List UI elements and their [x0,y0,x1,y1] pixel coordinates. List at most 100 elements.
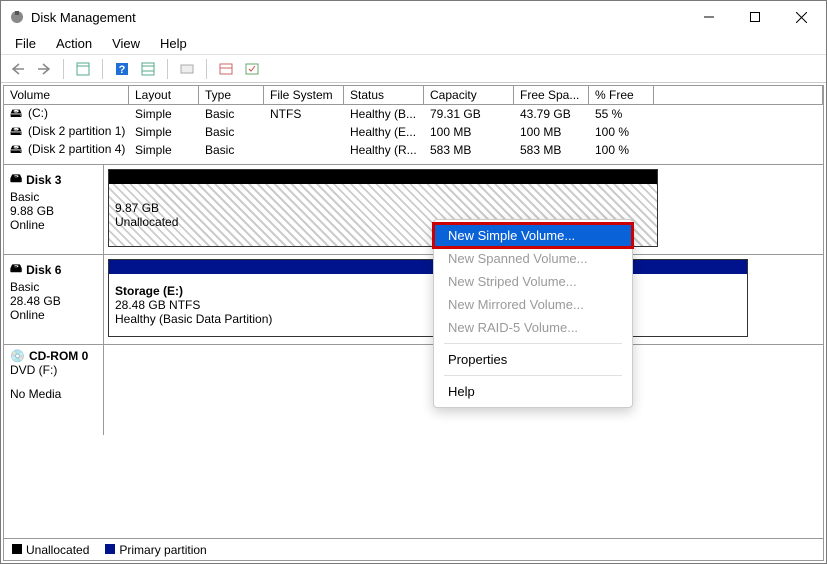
menu-new-spanned-volume: New Spanned Volume... [434,247,632,270]
disk-type: Basic [10,190,97,204]
cell-pct: 100 % [589,125,654,139]
disk-sub: DVD (F:) [10,363,97,377]
col-status[interactable]: Status [344,86,424,104]
window: Disk Management File Action View Help ? … [0,0,827,564]
disk-info[interactable]: 🖴Disk 3 Basic 9.88 GB Online [4,165,104,254]
partition-stripe [109,260,747,274]
cell-pct: 100 % [589,143,654,157]
menu-new-raid5-volume: New RAID-5 Volume... [434,316,632,339]
menu-separator [444,375,622,376]
svg-text:?: ? [119,64,126,76]
col-pctfree[interactable]: % Free [589,86,654,104]
cell-type: Basic [199,125,264,139]
legend-swatch-primary [105,544,115,554]
cell-type: Basic [199,107,264,121]
legend-primary: Primary partition [119,543,206,557]
titlebar: Disk Management [1,1,826,33]
cell-cap: 583 MB [424,143,514,157]
partition-name: Storage (E:) [115,284,741,298]
context-menu: New Simple Volume... New Spanned Volume.… [433,219,633,408]
table-row[interactable]: 🖴(Disk 2 partition 1) Simple Basic Healt… [4,123,823,141]
cell-type: Basic [199,143,264,157]
menu-properties[interactable]: Properties [434,348,632,371]
menu-new-simple-volume[interactable]: New Simple Volume... [434,224,632,247]
minimize-button[interactable] [686,1,732,33]
menu-help[interactable]: Help [150,34,197,53]
volume-name: (Disk 2 partition 1) [28,124,125,138]
table-row[interactable]: 🖴(C:) Simple Basic NTFS Healthy (B... 79… [4,105,823,123]
col-capacity[interactable]: Capacity [424,86,514,104]
list-button[interactable] [215,58,237,80]
cell-free: 583 MB [514,143,589,157]
cell-layout: Simple [129,107,199,121]
menubar: File Action View Help [1,33,826,55]
help-button[interactable]: ? [111,58,133,80]
cell-status: Healthy (B... [344,107,424,121]
disk-info[interactable]: 🖴Disk 6 Basic 28.48 GB Online [4,255,104,344]
col-filesystem[interactable]: File System [264,86,344,104]
cell-layout: Simple [129,143,199,157]
disk-size: 28.48 GB [10,294,97,308]
legend-swatch-unallocated [12,544,22,554]
disk-status: Online [10,308,97,322]
volume-table-body: 🖴 (C:) Simple Basic NTFS Healthy (B... 79… [4,105,823,165]
drive-icon: 🖴 [10,140,28,161]
disk-diagram: 🖴Disk 3 Basic 9.88 GB Online 9.87 GB Una… [4,165,823,538]
menu-file[interactable]: File [5,34,46,53]
maximize-button[interactable] [732,1,778,33]
toolbar-separator [206,59,207,79]
window-title: Disk Management [31,10,686,25]
cell-status: Healthy (E... [344,125,424,139]
partition-stripe [109,170,657,184]
disk-row: 💿CD-ROM 0 DVD (F:) No Media [4,345,823,435]
volume-name: (C:) [28,106,48,120]
forward-button[interactable] [33,58,55,80]
menu-help[interactable]: Help [434,380,632,403]
cell-cap: 100 MB [424,125,514,139]
settings-button[interactable] [137,58,159,80]
refresh-button[interactable] [176,58,198,80]
cell-pct: 55 % [589,107,654,121]
toolbar-separator [167,59,168,79]
disk-status: Online [10,218,97,232]
disk-icon: 🖴 [10,169,22,190]
col-type[interactable]: Type [199,86,264,104]
partition-size: 9.87 GB [115,201,651,215]
disk-icon: 🖴 [10,259,22,280]
disk-info[interactable]: 💿CD-ROM 0 DVD (F:) No Media [4,345,104,435]
menu-view[interactable]: View [102,34,150,53]
disk-size: 9.88 GB [10,204,97,218]
toolbar-separator [102,59,103,79]
cell-cap: 79.31 GB [424,107,514,121]
col-layout[interactable]: Layout [129,86,199,104]
partition-detail: 28.48 GB NTFS [115,298,741,312]
menu-action[interactable]: Action [46,34,102,53]
volume-name: (Disk 2 partition 4) [28,142,125,156]
volume-table-header: Volume Layout Type File System Status Ca… [4,86,823,105]
partition-primary[interactable]: Storage (E:) 28.48 GB NTFS Healthy (Basi… [108,259,748,337]
close-button[interactable] [778,1,824,33]
col-blank [654,86,823,104]
cell-fs: NTFS [264,107,344,121]
table-row[interactable]: 🖴(Disk 2 partition 4) Simple Basic Healt… [4,141,823,159]
menu-separator [444,343,622,344]
menu-new-striped-volume: New Striped Volume... [434,270,632,293]
toolbar-separator [63,59,64,79]
cell-free: 43.79 GB [514,107,589,121]
disk-row: 🖴Disk 6 Basic 28.48 GB Online Storage (E… [4,255,823,345]
disk-row: 🖴Disk 3 Basic 9.88 GB Online 9.87 GB Una… [4,165,823,255]
extra-button[interactable] [241,58,263,80]
show-hide-button[interactable] [72,58,94,80]
disk-type: Basic [10,280,97,294]
partition-body: Storage (E:) 28.48 GB NTFS Healthy (Basi… [109,274,747,336]
legend: Unallocated Primary partition [4,538,823,560]
legend-unallocated: Unallocated [26,543,89,557]
col-volume[interactable]: Volume [4,86,129,104]
cell-status: Healthy (R... [344,143,424,157]
partition-status: Healthy (Basic Data Partition) [115,312,741,326]
disk-status: No Media [10,387,97,401]
back-button[interactable] [7,58,29,80]
col-freespace[interactable]: Free Spa... [514,86,589,104]
cell-layout: Simple [129,125,199,139]
main-area: Volume Layout Type File System Status Ca… [3,85,824,561]
